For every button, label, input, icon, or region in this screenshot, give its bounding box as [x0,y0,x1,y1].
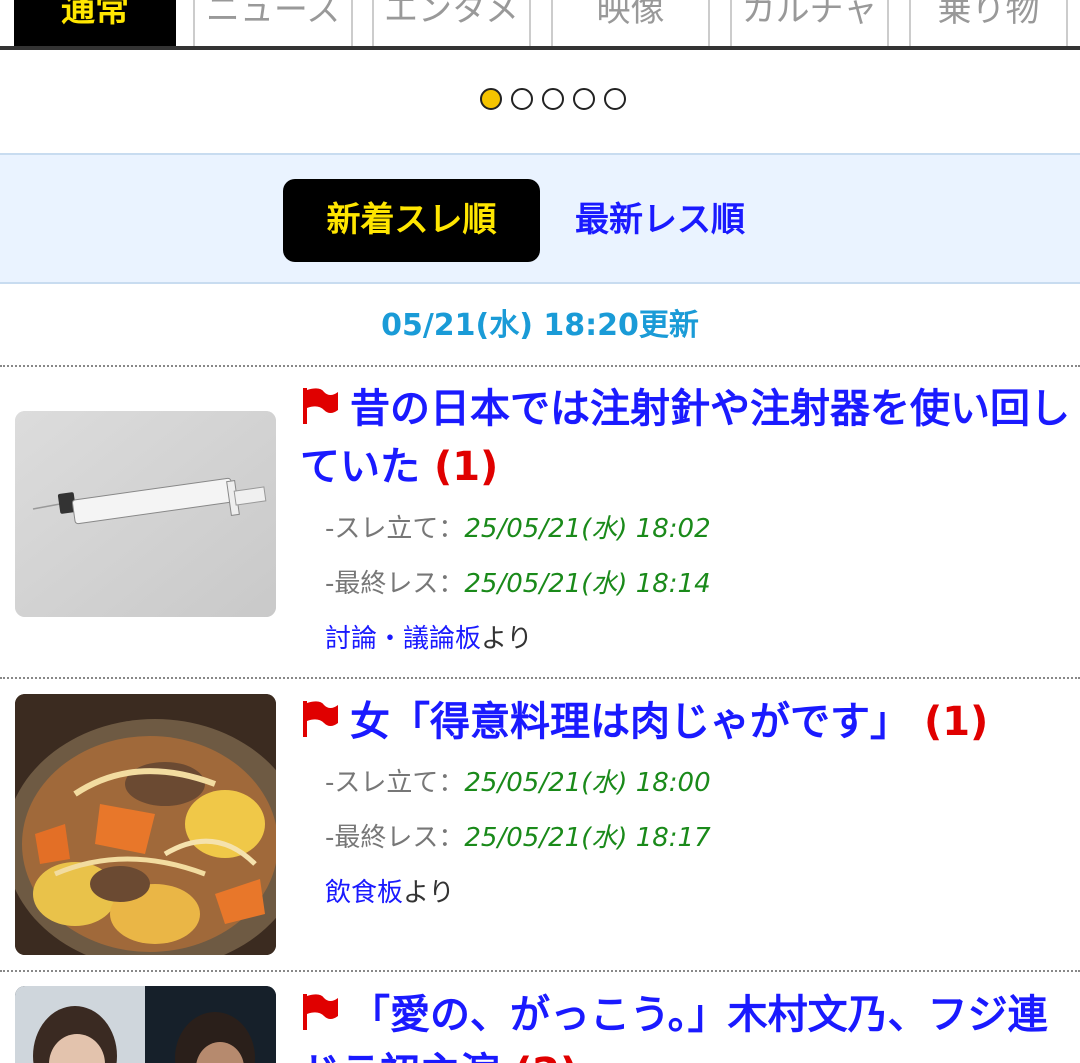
thread-title[interactable]: 昔の日本では注射針や注射器を使い回していた (1) [300,380,1070,496]
tab-video[interactable]: 映像 [551,0,710,46]
tab-culture[interactable]: カルチャ [730,0,889,46]
thread-thumbnail-syringe[interactable] [15,411,276,617]
page-indicator [480,88,626,112]
flag-icon [303,388,338,424]
board-link[interactable]: 飲食板 [325,878,403,908]
last-reply-time: 25/05/21(水) 18:17 [464,823,711,853]
thread-last-reply: -最終レス：25/05/21(水) 18:14 [325,563,711,600]
category-tabs: 通常 ニュース エンタメ 映像 カルチャ 乗り物 [0,0,1080,50]
tab-news[interactable]: ニュース [193,0,353,46]
page-dot-4[interactable] [573,88,595,110]
update-timestamp: 05/21(水) 18:20更新 [381,308,699,343]
thread-title-text[interactable]: 昔の日本では注射針や注射器を使い回していた [300,386,1070,490]
board-link[interactable]: 討論・議論板 [325,624,481,654]
thread-last-reply: -最終レス：25/05/21(水) 18:17 [325,817,711,854]
thread-title-text[interactable]: 「愛の、がっこう。」木村文乃、フジ連ドラ初主演 [300,992,1048,1063]
last-reply-label: -最終レス： [325,569,465,599]
thread-created: -スレ立て：25/05/21(水) 18:02 [325,508,711,545]
tab-normal[interactable]: 通常 [14,0,176,46]
reply-count: (2) [514,1050,578,1063]
sort-newest-thread-button[interactable]: 新着スレ順 [283,179,540,262]
thread-board: 討論・議論板より [325,618,533,655]
board-suffix: より [481,624,533,654]
last-reply-label: -最終レス： [325,823,465,853]
sort-bar: 新着スレ順 最新レス順 [0,153,1080,284]
page-dot-1[interactable] [480,88,502,110]
created-time: 25/05/21(水) 18:02 [464,514,711,544]
thread-created: -スレ立て：25/05/21(水) 18:00 [325,762,711,799]
divider [0,365,1080,367]
thread-thumbnail-nikujaga[interactable] [15,694,276,955]
created-label: -スレ立て： [325,768,465,798]
created-label: -スレ立て： [325,514,465,544]
thread-board: 飲食板より [325,872,455,909]
sort-latest-reply-button[interactable]: 最新レス順 [575,179,745,262]
flag-icon [303,701,338,737]
drama-image [15,986,276,1063]
reply-count: (1) [433,444,499,490]
created-time: 25/05/21(水) 18:00 [464,768,711,798]
thread-title-text[interactable]: 女「得意料理は肉じゃがです」 [350,699,910,745]
thread-title[interactable]: 「愛の、がっこう。」木村文乃、フジ連ドラ初主演 (2) [300,986,1070,1063]
divider [0,677,1080,679]
tab-entertainment[interactable]: エンタメ [372,0,531,46]
reply-count: (1) [923,699,989,745]
flag-icon [303,994,338,1030]
page-dot-5[interactable] [604,88,626,110]
thread-thumbnail-drama[interactable] [15,986,276,1063]
last-reply-time: 25/05/21(水) 18:14 [464,569,711,599]
thread-title[interactable]: 女「得意料理は肉じゃがです」 (1) [300,693,1070,751]
tab-vehicles[interactable]: 乗り物 [909,0,1068,46]
syringe-image [15,411,276,617]
board-suffix: より [403,878,455,908]
nikujaga-image [15,694,276,955]
page-dot-3[interactable] [542,88,564,110]
page-dot-2[interactable] [511,88,533,110]
divider [0,970,1080,972]
